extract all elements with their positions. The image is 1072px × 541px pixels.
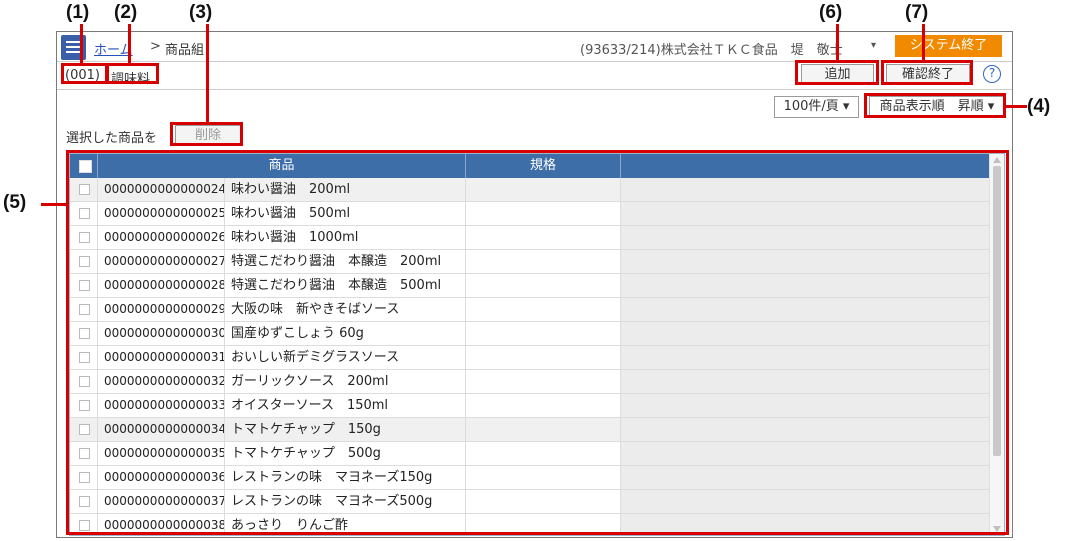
- system-exit-button[interactable]: システム終了: [895, 35, 1002, 57]
- per-page-select[interactable]: 100件/頁 ▾: [774, 96, 859, 118]
- annotation-box-4: [864, 93, 1006, 118]
- callout-3: (3): [189, 2, 213, 23]
- connector-3: [206, 24, 209, 123]
- connector-5: [41, 203, 67, 206]
- callout-2: (2): [114, 2, 138, 23]
- callout-5: (5): [3, 192, 27, 213]
- breadcrumb-separator: >: [150, 39, 161, 54]
- annotation-box-5: [66, 150, 1009, 535]
- annotation-box-1: [61, 63, 108, 84]
- home-link[interactable]: ホーム: [94, 39, 133, 58]
- top-bar: ホーム > 商品組 (93633/214)株式会社ＴＫＣ食品 堤 敬士 ▾ シス…: [57, 32, 1012, 62]
- connector-1: [80, 24, 83, 64]
- help-icon[interactable]: ?: [983, 65, 1001, 83]
- callout-4: (4): [1027, 96, 1051, 117]
- connector-2: [128, 24, 131, 64]
- selection-label: 選択した商品を: [66, 131, 158, 146]
- connector-7: [922, 24, 925, 61]
- annotation-box-2: [106, 63, 159, 84]
- callout-6: (6): [819, 2, 843, 23]
- annotation-box-3: [170, 122, 243, 146]
- callout-7: (7): [905, 2, 929, 23]
- connector-6: [836, 24, 839, 61]
- annotation-box-7: [881, 60, 973, 85]
- chevron-down-icon[interactable]: ▾: [871, 40, 876, 51]
- connector-4: [1006, 105, 1027, 108]
- annotation-box-6: [795, 60, 879, 85]
- user-info[interactable]: (93633/214)株式会社ＴＫＣ食品 堤 敬士: [580, 39, 843, 58]
- breadcrumb-current: 商品組: [165, 43, 205, 58]
- callout-1: (1): [66, 2, 90, 23]
